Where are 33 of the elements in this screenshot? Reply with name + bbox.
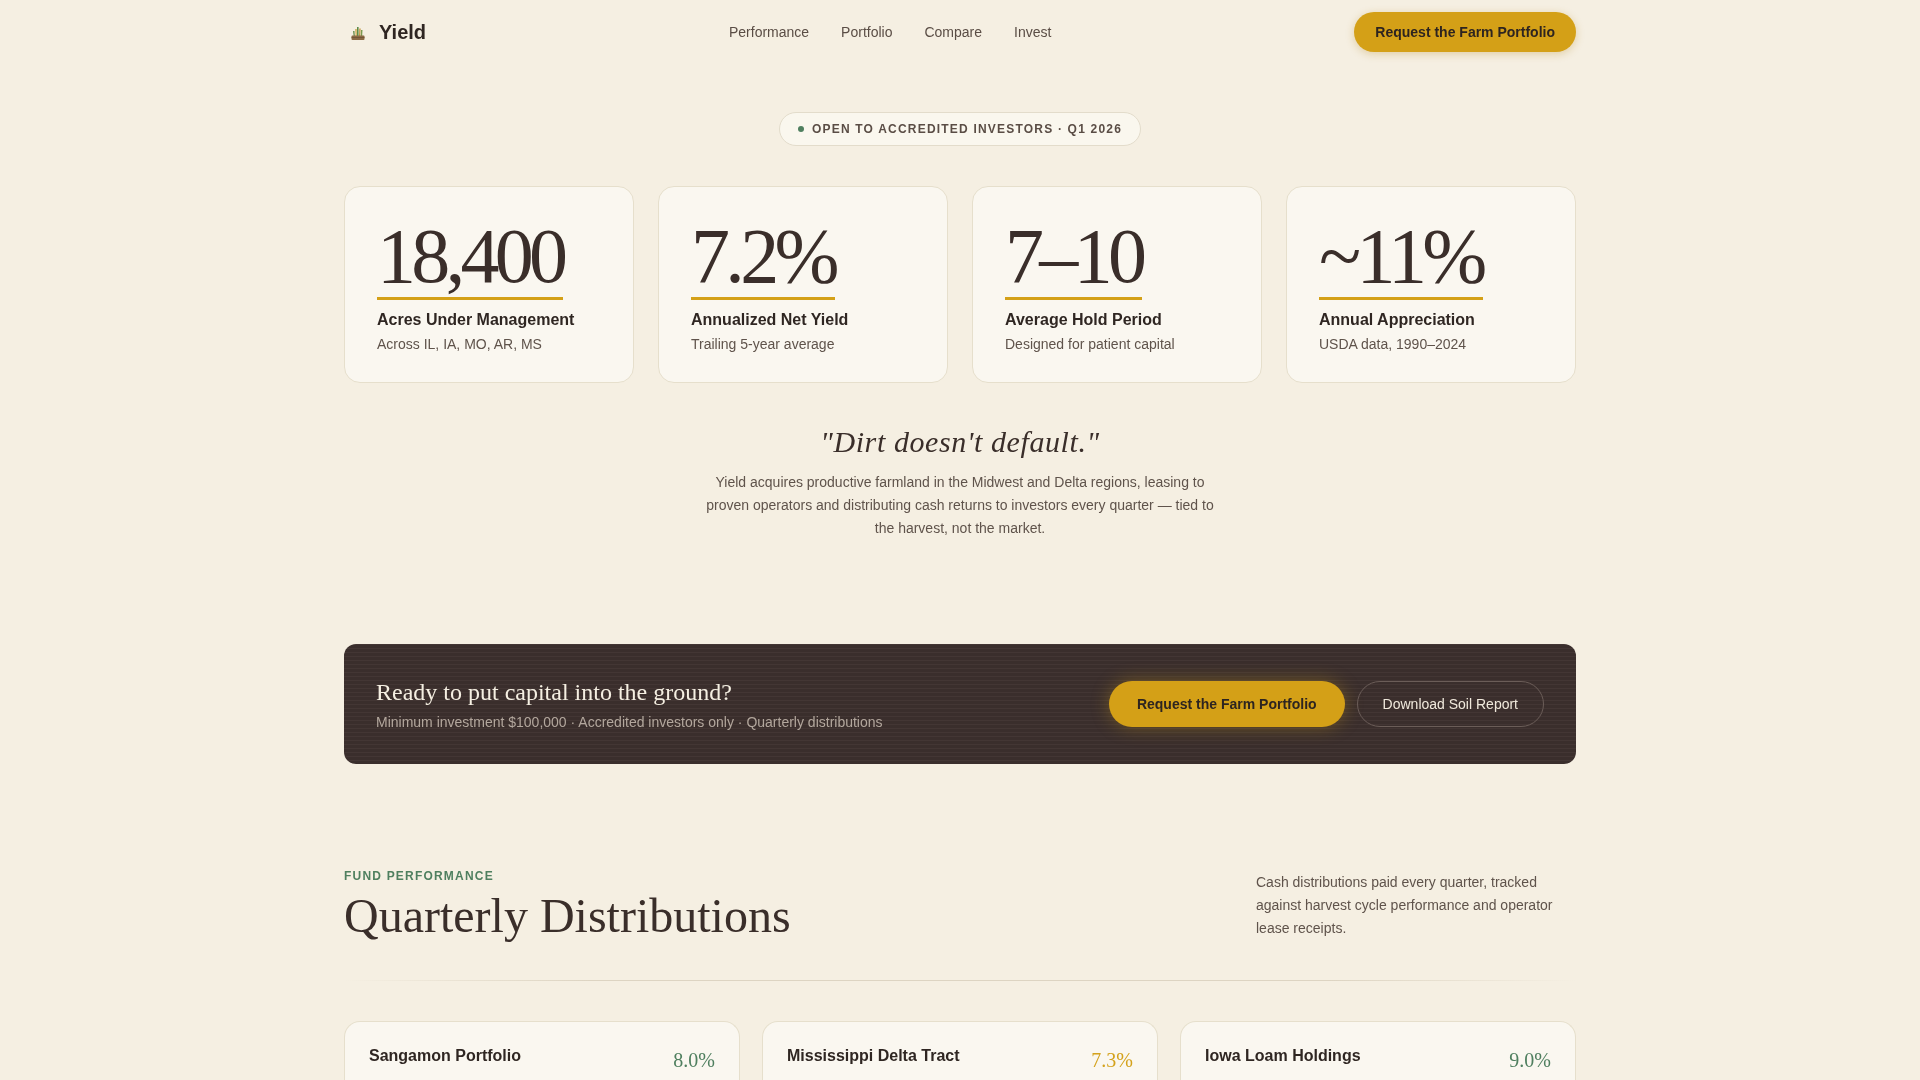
section-title: Quarterly Distributions [344,888,791,944]
cta-subtitle: Minimum investment $100,000 · Accredited investors only · Quarterly distributions [376,713,883,732]
stat-label: Annual Appreciation [1319,310,1475,330]
fund-yield: 7.3% [1091,1048,1133,1073]
quote: "Dirt doesn't default." [820,424,1100,460]
stat-value: 7.2% [691,217,835,300]
stat-value: 18,400 [377,217,564,300]
fund-name: Iowa Loam Holdings [1205,1046,1361,1066]
fund-yield: 9.0% [1509,1048,1551,1073]
fund-yield: 8.0% [673,1048,715,1073]
cta-title: Ready to put capital into the ground? [376,678,733,707]
nav-link[interactable]: Invest [1014,22,1052,42]
stat-note: USDA data, 1990–2024 [1319,335,1467,354]
request-portfolio-button[interactable]: Request the Farm Portfolio [1108,681,1345,727]
brand-name[interactable]: Yield [379,18,427,46]
section-description: Cash distributions paid every quarter, tracked against harvest cycle performance and operator lease receipts. [1256,873,1554,938]
badge-text: OPEN TO ACCREDITED INVESTORS · Q1 2026 [811,121,1123,137]
stat-label: Acres Under Management [377,310,575,330]
stat-value: 7–10 [1005,217,1143,300]
stat-note: Designed for patient capital [1005,335,1175,354]
stat-label: Average Hold Period [1005,310,1162,330]
nav-link[interactable]: Portfolio [841,22,893,42]
nav-link[interactable]: Performance [728,22,810,42]
fund-name: Mississippi Delta Tract [787,1046,960,1066]
stat-note: Trailing 5-year average [691,335,835,354]
intro-paragraph: Yield acquires productive farmland in the Midwest and Delta regions, leasing to proven operators and distributing cash returns to investors every quarter — tied to the harvest, not the market. [705,473,1215,538]
stat-value: ~11% [1319,217,1483,300]
stat-label: Annualized Net Yield [691,310,849,330]
stat-note: Across IL, IA, MO, AR, MS [377,335,542,354]
request-portfolio-button[interactable]: Request the Farm Portfolio [1354,12,1576,52]
nav-link[interactable]: Compare [924,22,983,42]
fund-name: Sangamon Portfolio [369,1046,521,1066]
section-eyebrow: FUND PERFORMANCE [344,868,495,884]
